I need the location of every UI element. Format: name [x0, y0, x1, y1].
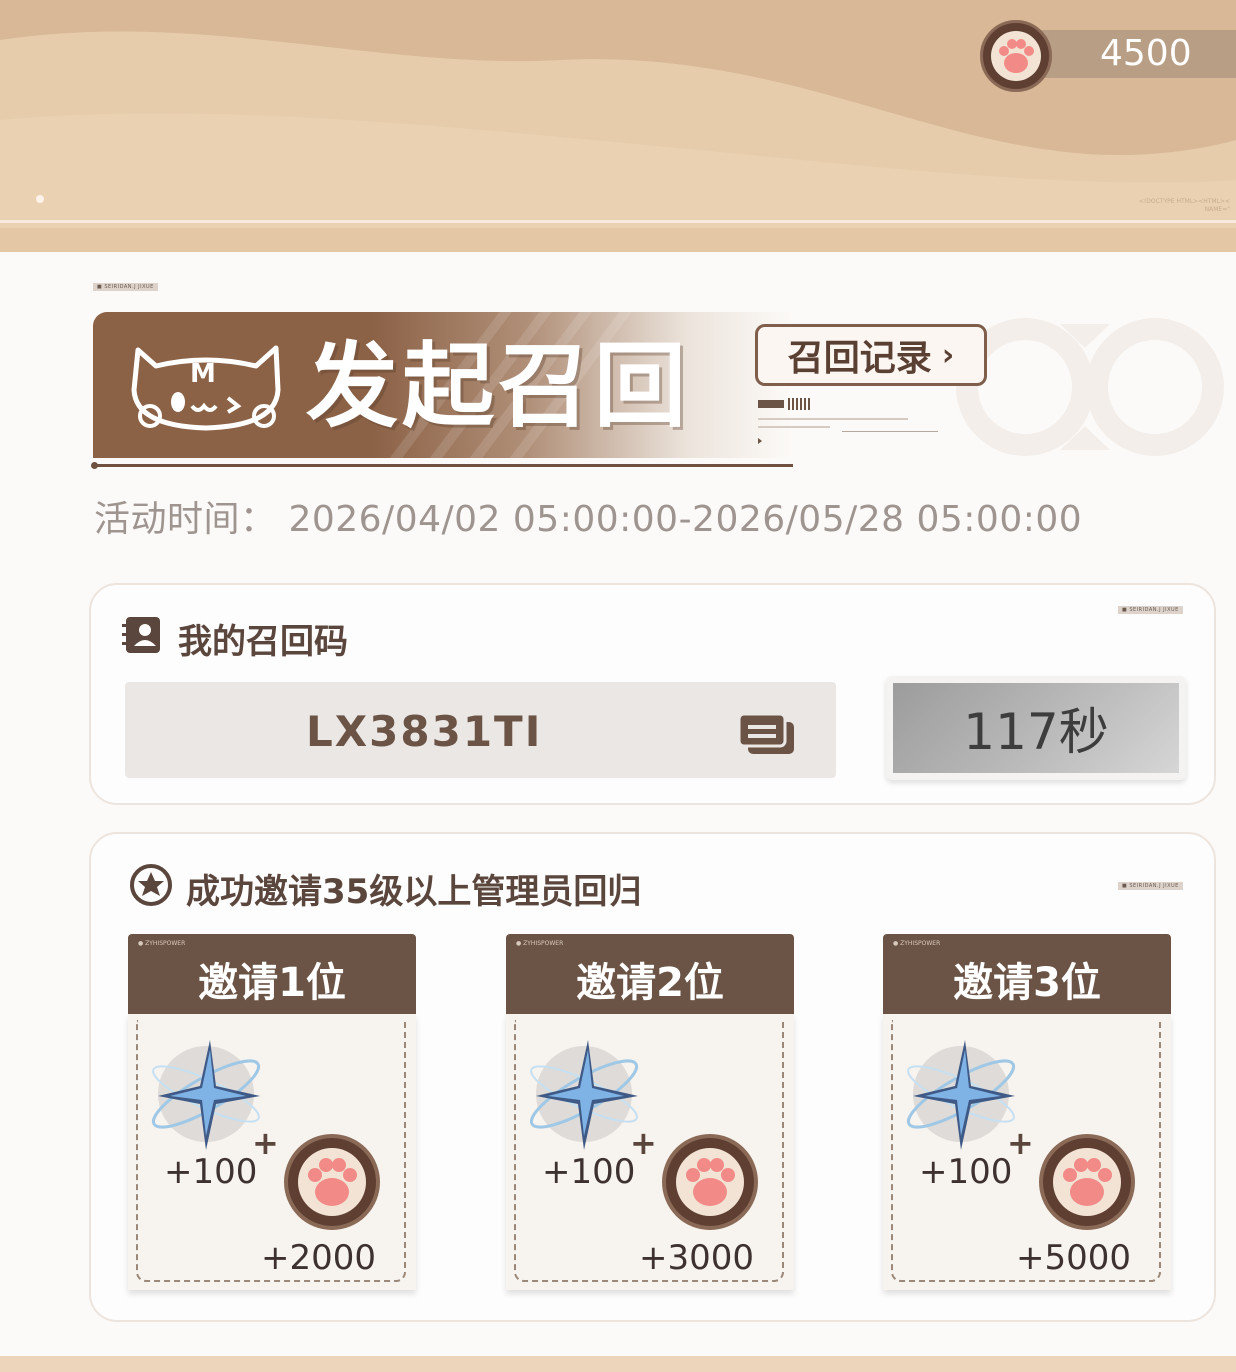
star-quantity: +100 — [542, 1152, 636, 1192]
copy-icon[interactable] — [738, 712, 796, 756]
banner-underline-dot — [91, 462, 98, 469]
reward-card-2: ● ZYHISPOWER 邀请2位 + +100 +3000 — [506, 934, 794, 1290]
contact-card-icon — [122, 617, 160, 653]
banner-underline — [93, 464, 793, 467]
chevron-right-icon: › — [941, 337, 955, 373]
decor-lines — [758, 418, 938, 444]
decor-tag: ● ZYHISPOWER — [516, 940, 564, 947]
reward-card-3: ● ZYHISPOWER 邀请3位 + +100 +5000 — [883, 934, 1171, 1290]
timer-label: 117秒 — [963, 703, 1109, 761]
paw-quantity: +2000 — [260, 1238, 376, 1278]
reward-tier-label: 邀请2位 — [576, 960, 724, 1006]
refresh-timer-button[interactable]: 117秒 — [893, 683, 1179, 773]
decor-tag: ■ SEIRIDAN.J JIXUE — [93, 283, 158, 291]
decor-tag: ■ SEIRIDAN.J JIXUE — [1118, 882, 1183, 890]
reward-tier-label: 邀请1位 — [198, 960, 346, 1006]
star-quantity: +100 — [164, 1152, 258, 1192]
divider — [0, 220, 1236, 223]
page-title: 发起召回 — [306, 333, 691, 440]
decor-code: <!DOCTYPE HTML><HTML>< NAME=" — [1138, 198, 1230, 213]
decor-tag: ■ SEIRIDAN.J JIXUE — [1118, 606, 1183, 614]
recall-record-button[interactable]: 召回记录 › — [755, 324, 987, 386]
bottom-strip — [0, 1356, 1236, 1372]
decor-dot — [36, 195, 44, 203]
invite-title: 成功邀请35级以上管理员回归 — [186, 872, 642, 912]
paw-coin-icon — [662, 1134, 758, 1230]
reward-tier-label: 邀请3位 — [953, 960, 1101, 1006]
recall-record-label: 召回记录 — [787, 338, 932, 379]
barcode-decor-icon — [758, 398, 810, 410]
currency-value: 4500 — [1100, 33, 1192, 74]
paw-coin-icon — [284, 1134, 380, 1230]
activity-time: 活动时间： 2026/04/02 05:00:00-2026/05/28 05:… — [94, 499, 1083, 540]
cat-logo-icon: M — [131, 345, 281, 431]
recall-code-title: 我的召回码 — [178, 622, 348, 662]
star-quantity: +100 — [919, 1152, 1013, 1192]
paw-coin-icon — [1039, 1134, 1135, 1230]
decor-tag: ● ZYHISPOWER — [893, 940, 941, 947]
paw-quantity: +3000 — [638, 1238, 754, 1278]
star-badge-icon — [130, 864, 172, 906]
svg-text:M: M — [190, 359, 216, 389]
reward-card-1: ● ZYHISPOWER 邀请1位 + +100 +2000 — [128, 934, 416, 1290]
paw-coin-icon — [980, 20, 1052, 92]
recall-code-value: LX3831TI — [306, 707, 543, 756]
decor-tag: ● ZYHISPOWER — [138, 940, 186, 947]
paw-quantity: +5000 — [1015, 1238, 1131, 1278]
